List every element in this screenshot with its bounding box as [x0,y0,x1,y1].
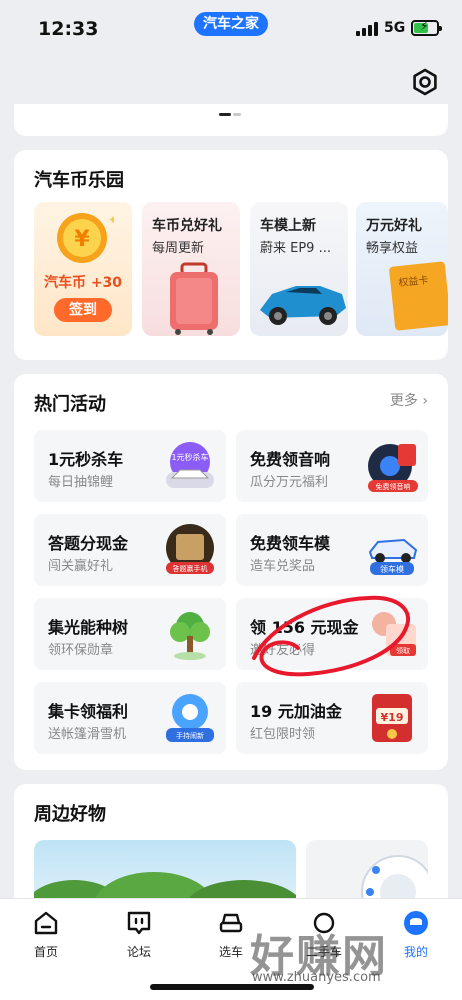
flash-sale-badge-text: 1元秒杀车 [171,452,208,462]
coin-exchange-tile[interactable]: 车币兑好礼 每周更新 [142,202,240,336]
coin-reward-text: 汽车币 +30 [43,275,123,291]
more-label: 更多 [389,393,418,409]
coin-exchange-sub: 每周更新 [152,241,205,256]
tree-icon [170,612,210,660]
car-model-tile[interactable]: 车模上新 蔚来 EP9 ... [250,202,348,336]
car-icon [219,913,243,933]
activity-title: 免费领音响 [250,450,331,469]
app-name-pill[interactable]: 汽车之家 [194,12,268,36]
signin-button[interactable]: 签到 [54,298,112,322]
gold-coin-icon: ¥ ✦ [57,213,114,263]
quiz-badge-text: 答题赢手机 [173,564,208,573]
status-bar: 12:33 汽车之家 5G ⚡ [0,0,462,58]
banner-card-bottom [14,104,448,136]
activity-quiz-cash[interactable]: 答题分现金 闯关赢好礼 答题赢手机 [34,514,226,586]
activity-title: 免费领车模 [250,534,331,553]
red-packet-icon: ¥19 [372,694,412,742]
vip-rights-title: 万元好礼 [366,218,422,234]
activity-free-speaker[interactable]: 免费领音响 瓜分万元福利 免费领音响 [236,430,428,502]
carousel-indicator [219,113,243,117]
car-model-badge-text: 领车模 [380,564,404,574]
nearby-goods-title: 周边好物 [34,804,106,825]
activity-subtitle: 邀好友必得 [250,643,316,658]
coin-park-title: 汽车币乐园 [34,170,124,191]
quiz-phone-icon: 答题赢手机 [166,524,214,574]
coin-exchange-title: 车币兑好礼 [152,218,222,234]
activity-fuel-red-packet[interactable]: 19 元加油金 红包限时领 ¥19 [236,682,428,754]
activity-collect-cards[interactable]: 集卡领福利 送帐篷滑雪机 手持闹新 [34,682,226,754]
hot-activities-card: 热门活动 更多 › 1元秒杀车 每日抽锦鲤 1元秒杀车 免费领音响 瓜分万元福利… [14,374,448,770]
car-model-gift-icon: 领车模 [368,538,418,575]
activity-cash-invite[interactable]: 领 156 元现金 邀好友必得 领取 [236,598,428,670]
battery-icon: ⚡ [411,19,442,36]
activity-title: 领 156 元现金 [250,618,359,637]
home-indicator [150,984,314,990]
more-link[interactable]: 更多 › [390,390,428,410]
cash-envelope-icon: 领取 [372,612,416,656]
activity-title: 集光能种树 [48,618,129,637]
suitcase-icon [170,262,218,335]
activity-title: 答题分现金 [48,534,129,553]
cellular-signal-icon [356,22,378,36]
rights-card-image: 权益卡 [388,261,448,331]
tab-home[interactable]: 首页 [16,909,76,960]
status-time: 12:33 [38,18,99,40]
speaker-badge-text: 免费领音响 [376,482,411,491]
svg-text:✦: ✦ [108,213,114,227]
activity-free-car-model[interactable]: 免费领车模 造车兑奖品 领车模 [236,514,428,586]
fuel-badge-text: ¥19 [381,711,404,724]
activity-subtitle: 瓜分万元福利 [250,475,329,490]
settings-hexagon-icon[interactable] [410,67,440,97]
tab-forum[interactable]: 论坛 [109,909,169,960]
card-wheel-icon: 手持闹新 [166,694,214,742]
activity-title: 19 元加油金 [250,702,342,721]
activity-title: 1元秒杀车 [48,450,124,469]
activity-subtitle: 红包限时领 [250,727,316,742]
activity-subtitle: 送帐篷滑雪机 [48,727,127,742]
activity-plant-tree[interactable]: 集光能种树 领环保勋章 [34,598,226,670]
vip-rights-sub: 畅享权益 [366,241,419,256]
activity-subtitle: 造车兑奖品 [250,559,316,574]
cards-badge-text: 手持闹新 [176,731,204,740]
coin-signin-tile[interactable]: ¥ ✦ 汽车币 +30 签到 [34,202,132,336]
tab-label: 首页 [33,945,58,959]
car-model-title: 车模上新 [260,218,316,234]
flash-sale-car-icon: 1元秒杀车 [166,442,214,488]
activity-subtitle: 每日抽锦鲤 [48,475,114,490]
vip-rights-tile[interactable]: 万元好礼 畅享权益 权益卡 [356,202,448,336]
activity-flash-sale-car[interactable]: 1元秒杀车 每日抽锦鲤 1元秒杀车 [34,430,226,502]
svg-text:¥: ¥ [74,227,90,252]
home-icon [34,911,58,935]
coin-park-card: 汽车币乐园 ¥ ✦ 汽车币 +30 签到 车币兑好礼 每周更新 车模上新 蔚来 … [14,150,448,360]
sports-car-icon [260,286,346,325]
watermark: 好赚网 www.zhuanyes.com [250,920,450,990]
forum-chat-icon [127,911,151,935]
hot-activities-title: 热门活动 [34,394,106,415]
activity-title: 集卡领福利 [48,702,129,721]
network-type: 5G [384,20,406,36]
cash-badge-text: 领取 [396,646,410,655]
rights-card-label: 权益卡 [398,275,430,290]
tab-label: 论坛 [126,945,151,959]
watermark-url: www.zhuanyes.com [252,970,381,985]
chevron-right-icon: › [422,393,428,409]
activity-subtitle: 领环保勋章 [48,643,114,658]
car-model-sub: 蔚来 EP9 ... [260,241,331,256]
activity-subtitle: 闯关赢好礼 [48,559,114,574]
speaker-icon: 免费领音响 [368,444,418,492]
